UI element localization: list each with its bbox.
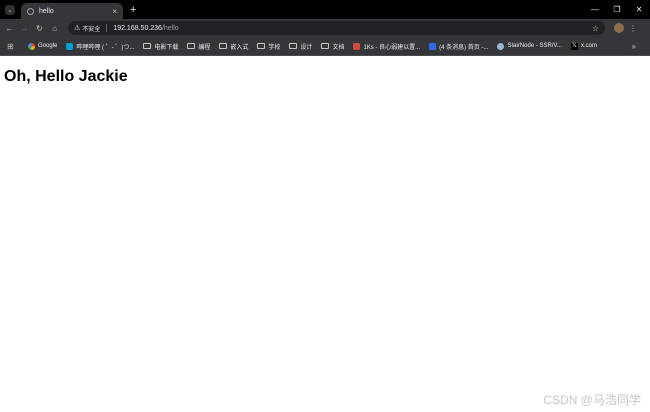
window-close-button[interactable]: ✕: [628, 0, 650, 19]
apps-grid-icon[interactable]: ⊞: [7, 42, 19, 51]
folder-icon: [219, 43, 228, 49]
url-host: 192.168.50.236: [113, 24, 162, 32]
bookmark-item[interactable]: (4 条消息) 首页 -...: [429, 42, 488, 51]
bookmark-item[interactable]: StairNode - SSR/V...: [497, 42, 562, 50]
globe-icon: [27, 7, 34, 15]
bookmark-item[interactable]: 嵌入式: [219, 42, 248, 51]
browser-chrome: ⌄ hello × + — ❐ ✕ ← → ↻ ⌂ ⚠ 不安全 192.168.…: [0, 0, 650, 56]
reload-button[interactable]: ↻: [32, 24, 47, 33]
window-controls: — ❐ ✕: [584, 0, 650, 19]
google-icon: [28, 42, 35, 50]
folder-icon: [257, 43, 266, 49]
bookmark-item[interactable]: 设计: [289, 42, 312, 51]
back-button[interactable]: ←: [2, 24, 17, 33]
bookmarks-list: Google 哔哩哔哩 ( ゜- ゜)つ... 电影下载 编程 嵌入式 学校 设计 文档 1Ks…: [19, 42, 597, 51]
folder-icon: [321, 43, 330, 49]
bookmark-label: 哔哩哔哩 ( ゜- ゜)つ...: [76, 44, 135, 51]
close-icon[interactable]: ×: [112, 7, 117, 16]
bookmarks-more-button[interactable]: »: [632, 42, 636, 51]
bookmark-label: x.com: [580, 43, 597, 49]
bookmark-item[interactable]: 1Ks - 良心弱建以置...: [353, 42, 420, 51]
tab-strip: ⌄ hello × + — ❐ ✕: [0, 0, 650, 19]
bookmarks-bar: ⊞ Google 哔哩哔哩 ( ゜- ゜)つ... 电影下载 编程 嵌入式 学校 设计 文档 1…: [0, 37, 650, 56]
folder-icon: [143, 43, 152, 49]
minimize-button[interactable]: —: [584, 0, 606, 19]
bookmark-item[interactable]: 编程: [187, 42, 210, 51]
x-icon: 𝕏: [570, 42, 578, 50]
bookmark-item[interactable]: 𝕏x.com: [570, 42, 597, 50]
folder-icon: [289, 43, 298, 49]
bookmark-label: 1Ks - 良心弱建以置...: [363, 44, 421, 51]
bookmark-item[interactable]: 哔哩哔哩 ( ゜- ゜)つ...: [66, 42, 134, 51]
profile-avatar[interactable]: [614, 23, 624, 33]
bookmark-label: 学校: [268, 44, 281, 51]
bookmark-label: Google: [38, 43, 58, 49]
bookmark-label: (4 条消息) 首页 -...: [439, 44, 489, 51]
bookmark-label: 电影下载: [154, 44, 179, 51]
security-label[interactable]: 不安全: [82, 24, 100, 33]
bookmark-label: StairNode - SSR/V...: [507, 43, 562, 49]
new-tab-button[interactable]: +: [130, 4, 136, 16]
bookmark-label: 文档: [332, 44, 345, 51]
tab-title: hello: [39, 7, 54, 15]
bookmark-item[interactable]: 文档: [321, 42, 344, 51]
url-path: /hello: [161, 24, 179, 32]
bookmark-item[interactable]: 学校: [257, 42, 280, 51]
watermark: CSDN @马浩同学: [543, 393, 641, 407]
divider: [106, 24, 108, 32]
bookmark-item[interactable]: 电影下载: [143, 42, 178, 51]
restore-button[interactable]: ❐: [606, 0, 628, 19]
bookmark-label: 编程: [198, 44, 211, 51]
bookmark-item[interactable]: Google: [28, 42, 58, 50]
navy-icon: [429, 42, 437, 50]
tab-search-button[interactable]: ⌄: [5, 4, 15, 15]
menu-icon[interactable]: ⋮: [629, 24, 637, 33]
toolbar: ← → ↻ ⌂ ⚠ 不安全 192.168.50.236 /hello ☆ ⋮: [0, 19, 650, 37]
active-tab[interactable]: hello ×: [21, 3, 123, 19]
wp-icon: [497, 42, 505, 50]
bookmark-star-icon[interactable]: ☆: [592, 24, 599, 33]
bookmark-label: 嵌入式: [230, 44, 249, 51]
home-button[interactable]: ⌂: [47, 24, 62, 33]
warning-icon[interactable]: ⚠: [74, 24, 80, 32]
folder-icon: [187, 43, 196, 49]
address-bar[interactable]: ⚠ 不安全 192.168.50.236 /hello ☆: [68, 21, 605, 35]
forward-button[interactable]: →: [17, 24, 32, 33]
bookmark-label: 设计: [300, 44, 313, 51]
page-content: Oh, Hello Jackie: [0, 68, 650, 86]
red-icon: [353, 42, 361, 50]
page-heading: Oh, Hello Jackie: [4, 68, 128, 85]
blue-icon: [66, 42, 74, 50]
